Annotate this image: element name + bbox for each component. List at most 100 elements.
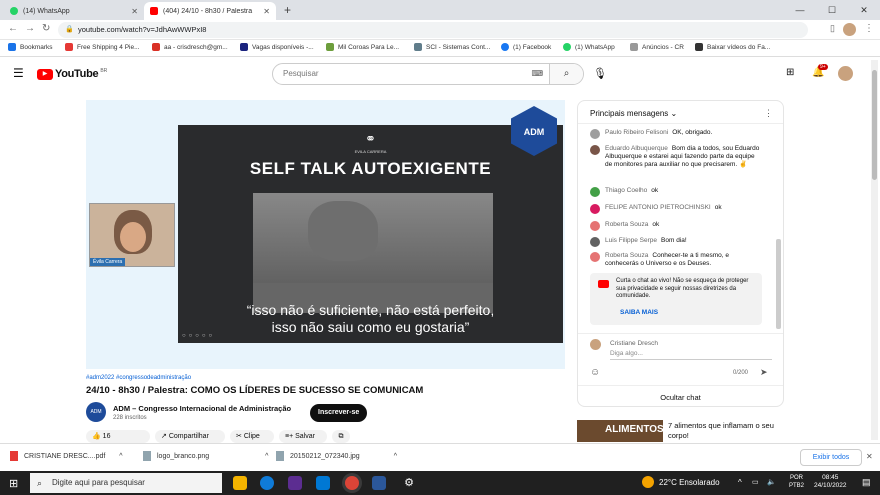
chrome-icon[interactable] [345,476,359,490]
page-scrollbar[interactable] [871,60,878,440]
notification-center-icon[interactable]: ▤ [862,477,871,488]
chat-scrollbar[interactable] [776,239,781,329]
chat-input[interactable]: Diga algo... [610,350,772,360]
tab-whatsapp[interactable]: (14) WhatsApp ✕ [4,2,144,20]
slide-quote: “isso não é suficiente, não está perfeit… [246,302,495,335]
image-file-icon [143,451,151,461]
minimize-button[interactable]: — [786,0,814,20]
download-item[interactable]: logo_branco.png ^ [143,451,268,461]
microphone-icon[interactable]: 🎙 [593,67,607,80]
forward-icon[interactable]: → [25,23,35,34]
close-icon[interactable]: ✕ [131,7,138,16]
windows-taskbar: ⊞ ⌕ Digite aqui para pesquisar ⚙ 22°C En… [0,471,880,495]
recommendation-thumbnail[interactable]: ALIMENTOS [577,420,663,442]
subscribe-button[interactable]: Inscrever-se [310,404,368,422]
recommendation-title[interactable]: 7 alimentos que inflamam o seu corpo! [668,421,778,440]
clock[interactable]: 08:45 24/10/2022 [814,474,847,490]
bookmark-item[interactable]: Bookmarks [8,43,53,51]
windows-start-icon[interactable]: ⊞ [9,477,18,490]
save-button[interactable]: ≡+ Salvar [279,430,327,443]
search-button[interactable]: ⌕ [549,64,583,84]
close-icon[interactable]: ✕ [866,452,873,461]
chat-user-name: Cristiane Dresch [610,340,659,347]
side-panel-icon[interactable]: ▯ [830,23,835,34]
chevron-up-icon[interactable]: ^ [394,453,397,460]
menu-icon[interactable]: ☰ [13,66,24,80]
notification-badge: 9+ [818,64,828,70]
bookmark-item[interactable]: aa - crisdresch@gm... [152,43,228,51]
slide-controls[interactable]: ○○○○○ [182,333,215,339]
create-video-icon[interactable]: ⊞ [786,67,794,78]
share-button[interactable]: ↗ Compartilhar [155,430,225,443]
learn-more-link[interactable]: SAIBA MAIS [620,309,658,316]
chevron-down-icon: ⌄ [670,109,678,118]
bookmark-item[interactable]: Anúncios - CR [630,43,684,51]
keyboard-icon[interactable]: ⌨ [531,64,543,84]
address-toolbar: ← → ↻ 🔒 youtube.com/watch?v=JdhAwWWPxI8 … [0,20,880,40]
avatar [590,252,600,262]
edge-icon[interactable] [260,476,274,490]
network-icon[interactable]: ▭ [752,478,759,486]
close-icon[interactable]: ✕ [263,7,270,16]
video-player[interactable]: ⚭ EVILA CARRERA SELF TALK AUTOEXIGENTE “… [86,100,565,369]
file-explorer-icon[interactable] [233,476,247,490]
send-icon[interactable]: ➤ [760,367,768,378]
search-icon: ⌕ [37,478,43,488]
bookmark-item[interactable]: (1) WhatsApp [563,43,615,51]
chevron-up-icon[interactable]: ^ [265,453,268,460]
search-icon: ⌕ [563,68,570,79]
chevron-up-icon[interactable]: ^ [119,453,122,460]
new-tab-button[interactable]: + [284,3,291,17]
like-button[interactable]: 👍 16 [86,430,150,443]
hashtags-link[interactable]: #adm2022 #congressodeadministração [86,375,191,381]
bookmark-icon [240,43,248,51]
maximize-button[interactable]: ☐ [818,0,846,20]
more-icon[interactable]: ⧉ [332,430,350,443]
youtube-logo[interactable]: ▶ YouTube BR [37,68,107,80]
bookmark-item[interactable]: Baixar vídeos do Fa... [695,43,770,51]
store-icon[interactable] [288,476,302,490]
chevron-up-icon[interactable]: ^ [738,478,742,487]
bookmarks-bar: Bookmarks Free Shipping 4 Pie... aa - cr… [0,40,880,57]
taskbar-search[interactable]: ⌕ Digite aqui para pesquisar [30,473,222,493]
gear-icon[interactable]: ⚙ [402,476,416,490]
menu-icon[interactable]: ⋮ [864,23,874,34]
play-icon: ▶ [37,68,53,80]
bookmark-item[interactable]: Free Shipping 4 Pie... [65,43,140,51]
channel-avatar[interactable]: ADM [86,402,106,422]
chat-message: Thiago Coelho ok [590,187,760,197]
bookmark-item[interactable]: (1) Facebook [501,43,551,51]
youtube-header: ☰ ▶ YouTube BR Pesquisar ⌨ ⌕ 🎙 ⊞ 🔔 9+ [0,57,880,92]
tab-youtube[interactable]: (404) 24/10 - 8h30 / Palestra ✕ [144,2,276,20]
avatar[interactable] [838,66,853,81]
clip-button[interactable]: ✂ Clipe [230,430,274,443]
weather-text[interactable]: 22°C Ensolarado [659,478,720,487]
close-window-button[interactable]: ✕ [850,0,878,20]
bookmark-item[interactable]: SCI - Sistemas Cont... [414,43,490,51]
avatar [590,339,601,350]
show-all-downloads-button[interactable]: Exibir todos [800,449,862,466]
download-item[interactable]: 20150212_072340.jpg ^ [276,451,397,461]
reload-icon[interactable]: ↻ [42,23,50,34]
bookmark-item[interactable]: Mil Coroas Para Le... [326,43,399,51]
scissors-icon: ✂ [236,433,242,440]
channel-name[interactable]: ADM – Congresso Internacional de Adminis… [113,404,291,413]
whatsapp-icon [10,7,18,15]
profile-avatar[interactable] [843,23,856,36]
speaker-icon[interactable]: 🔈 [767,478,776,486]
mail-icon[interactable] [316,476,330,490]
search-input[interactable]: Pesquisar ⌨ ⌕ [272,63,584,85]
bookmark-icon [414,43,422,51]
word-icon[interactable] [372,476,386,490]
lock-icon: 🔒 [65,26,74,33]
download-item[interactable]: CRISTIANE DRESC....pdf ^ [10,451,123,461]
hide-chat-button[interactable]: Ocultar chat [578,393,783,402]
emoji-icon[interactable]: ☺ [590,367,600,378]
bookmark-item[interactable]: Vagas disponíveis -... [240,43,314,51]
live-chat-panel: Principais mensagens ⌄ ⋮ Paulo Ribeiro F… [577,100,784,407]
chat-filter-dropdown[interactable]: Principais mensagens ⌄ [590,109,677,118]
language-indicator[interactable]: POR PTB2 [789,474,804,490]
back-icon[interactable]: ← [8,23,18,34]
url-bar[interactable]: 🔒 youtube.com/watch?v=JdhAwWWPxI8 [58,22,808,38]
more-icon[interactable]: ⋮ [764,108,773,119]
